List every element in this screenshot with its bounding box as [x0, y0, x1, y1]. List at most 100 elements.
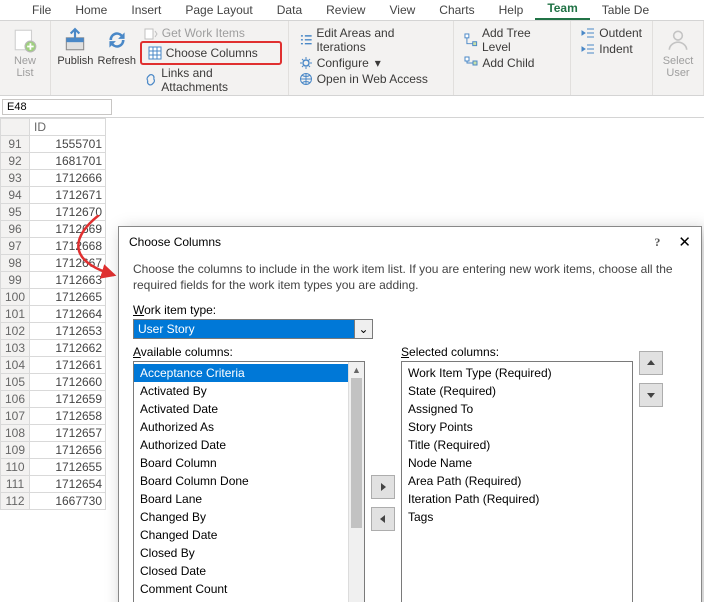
move-left-button[interactable] [371, 507, 395, 531]
table-row[interactable]: 1051712660 [1, 374, 106, 391]
ribbon-tab-charts[interactable]: Charts [427, 0, 486, 20]
add-tree-level-button[interactable]: Add Tree Level [460, 25, 564, 55]
row-header[interactable]: 92 [1, 153, 30, 170]
ribbon-tab-team[interactable]: Team [535, 0, 589, 20]
cell-id[interactable]: 1555701 [30, 136, 106, 153]
table-row[interactable]: 981712667 [1, 255, 106, 272]
row-header[interactable]: 99 [1, 272, 30, 289]
list-item[interactable]: Activated By [134, 382, 364, 400]
column-header-id[interactable]: ID [30, 119, 106, 136]
table-row[interactable]: 961712669 [1, 221, 106, 238]
scroll-up-icon[interactable]: ▲ [349, 362, 364, 378]
cell-id[interactable]: 1712671 [30, 187, 106, 204]
row-header[interactable]: 105 [1, 374, 30, 391]
list-item[interactable]: Closed By [134, 544, 364, 562]
cell-id[interactable]: 1712656 [30, 442, 106, 459]
table-row[interactable]: 911555701 [1, 136, 106, 153]
table-row[interactable]: 1111712654 [1, 476, 106, 493]
cell-id[interactable]: 1712669 [30, 221, 106, 238]
table-row[interactable]: 1011712664 [1, 306, 106, 323]
row-header[interactable]: 95 [1, 204, 30, 221]
row-header[interactable]: 111 [1, 476, 30, 493]
ribbon-tab-data[interactable]: Data [265, 0, 314, 20]
table-row[interactable]: 1081712657 [1, 425, 106, 442]
list-item[interactable]: Board Column Done [134, 472, 364, 490]
table-row[interactable]: 1101712655 [1, 459, 106, 476]
list-item[interactable]: State (Required) [402, 382, 632, 400]
row-header[interactable]: 108 [1, 425, 30, 442]
table-row[interactable]: 1001712665 [1, 289, 106, 306]
row-header[interactable]: 91 [1, 136, 30, 153]
row-header[interactable]: 109 [1, 442, 30, 459]
list-item[interactable]: Comment Count [134, 580, 364, 598]
table-row[interactable]: 1031712662 [1, 340, 106, 357]
cell-id[interactable]: 1667730 [30, 493, 106, 510]
table-row[interactable]: 1041712661 [1, 357, 106, 374]
choose-columns-button[interactable]: Choose Columns [140, 41, 282, 65]
cell-id[interactable]: 1712663 [30, 272, 106, 289]
cell-id[interactable]: 1712659 [30, 391, 106, 408]
list-item[interactable]: Changed Date [134, 526, 364, 544]
row-header[interactable]: 100 [1, 289, 30, 306]
cell-id[interactable]: 1712654 [30, 476, 106, 493]
list-item[interactable]: Tags [402, 508, 632, 526]
row-header[interactable]: 94 [1, 187, 30, 204]
row-header[interactable]: 106 [1, 391, 30, 408]
move-down-button[interactable] [639, 383, 663, 407]
row-header[interactable]: 107 [1, 408, 30, 425]
refresh-button[interactable]: Refresh [98, 25, 136, 91]
add-child-button[interactable]: Add Child [460, 55, 564, 71]
list-item[interactable]: Iteration Path (Required) [402, 490, 632, 508]
cell-id[interactable]: 1712664 [30, 306, 106, 323]
cell-id[interactable]: 1712662 [30, 340, 106, 357]
configure-button[interactable]: Configure▾ [295, 55, 448, 71]
list-item[interactable]: Activated Date [134, 400, 364, 418]
spreadsheet-grid[interactable]: ID 9115557019216817019317126669417126719… [0, 118, 106, 510]
table-row[interactable]: 931712666 [1, 170, 106, 187]
name-box[interactable] [2, 99, 112, 115]
row-header[interactable]: 104 [1, 357, 30, 374]
help-button[interactable]: ? [654, 235, 660, 250]
row-header[interactable]: 97 [1, 238, 30, 255]
list-item[interactable]: Area Path (Required) [402, 472, 632, 490]
move-up-button[interactable] [639, 351, 663, 375]
row-header[interactable]: 98 [1, 255, 30, 272]
cell-id[interactable]: 1712661 [30, 357, 106, 374]
table-row[interactable]: 921681701 [1, 153, 106, 170]
list-item[interactable]: Title (Required) [402, 436, 632, 454]
ribbon-tab-view[interactable]: View [377, 0, 427, 20]
list-item[interactable]: Work Item Type (Required) [402, 364, 632, 382]
list-item[interactable]: Changed By [134, 508, 364, 526]
list-item[interactable]: Authorized As [134, 418, 364, 436]
scroll-thumb[interactable] [351, 378, 362, 528]
work-item-type-dropdown[interactable]: User Story ⌄ [133, 319, 373, 339]
row-header[interactable]: 96 [1, 221, 30, 238]
cell-id[interactable]: 1712668 [30, 238, 106, 255]
row-header[interactable]: 101 [1, 306, 30, 323]
available-columns-list[interactable]: Acceptance CriteriaActivated ByActivated… [133, 361, 365, 602]
indent-button[interactable]: Indent [577, 41, 646, 57]
table-row[interactable]: 1071712658 [1, 408, 106, 425]
cell-id[interactable]: 1712665 [30, 289, 106, 306]
row-header[interactable]: 112 [1, 493, 30, 510]
cell-id[interactable]: 1712670 [30, 204, 106, 221]
table-row[interactable]: 941712671 [1, 187, 106, 204]
row-header[interactable]: 93 [1, 170, 30, 187]
cell-id[interactable]: 1712653 [30, 323, 106, 340]
list-item[interactable]: Assigned To [402, 400, 632, 418]
row-header[interactable]: 102 [1, 323, 30, 340]
cell-id[interactable]: 1712658 [30, 408, 106, 425]
ribbon-tab-page-layout[interactable]: Page Layout [173, 0, 264, 20]
list-item[interactable]: Authorized Date [134, 436, 364, 454]
list-item[interactable]: Acceptance Criteria [134, 364, 364, 382]
list-item[interactable]: Board Column [134, 454, 364, 472]
table-row[interactable]: 1091712656 [1, 442, 106, 459]
table-row[interactable]: 1121667730 [1, 493, 106, 510]
scrollbar[interactable]: ▲ ▼ [348, 362, 364, 602]
row-header[interactable]: 103 [1, 340, 30, 357]
list-item[interactable]: Story Points [402, 418, 632, 436]
open-web-button[interactable]: Open in Web Access [295, 71, 448, 87]
close-button[interactable]: ✕ [678, 233, 691, 251]
selected-columns-list[interactable]: Work Item Type (Required)State (Required… [401, 361, 633, 602]
table-row[interactable]: 1021712653 [1, 323, 106, 340]
